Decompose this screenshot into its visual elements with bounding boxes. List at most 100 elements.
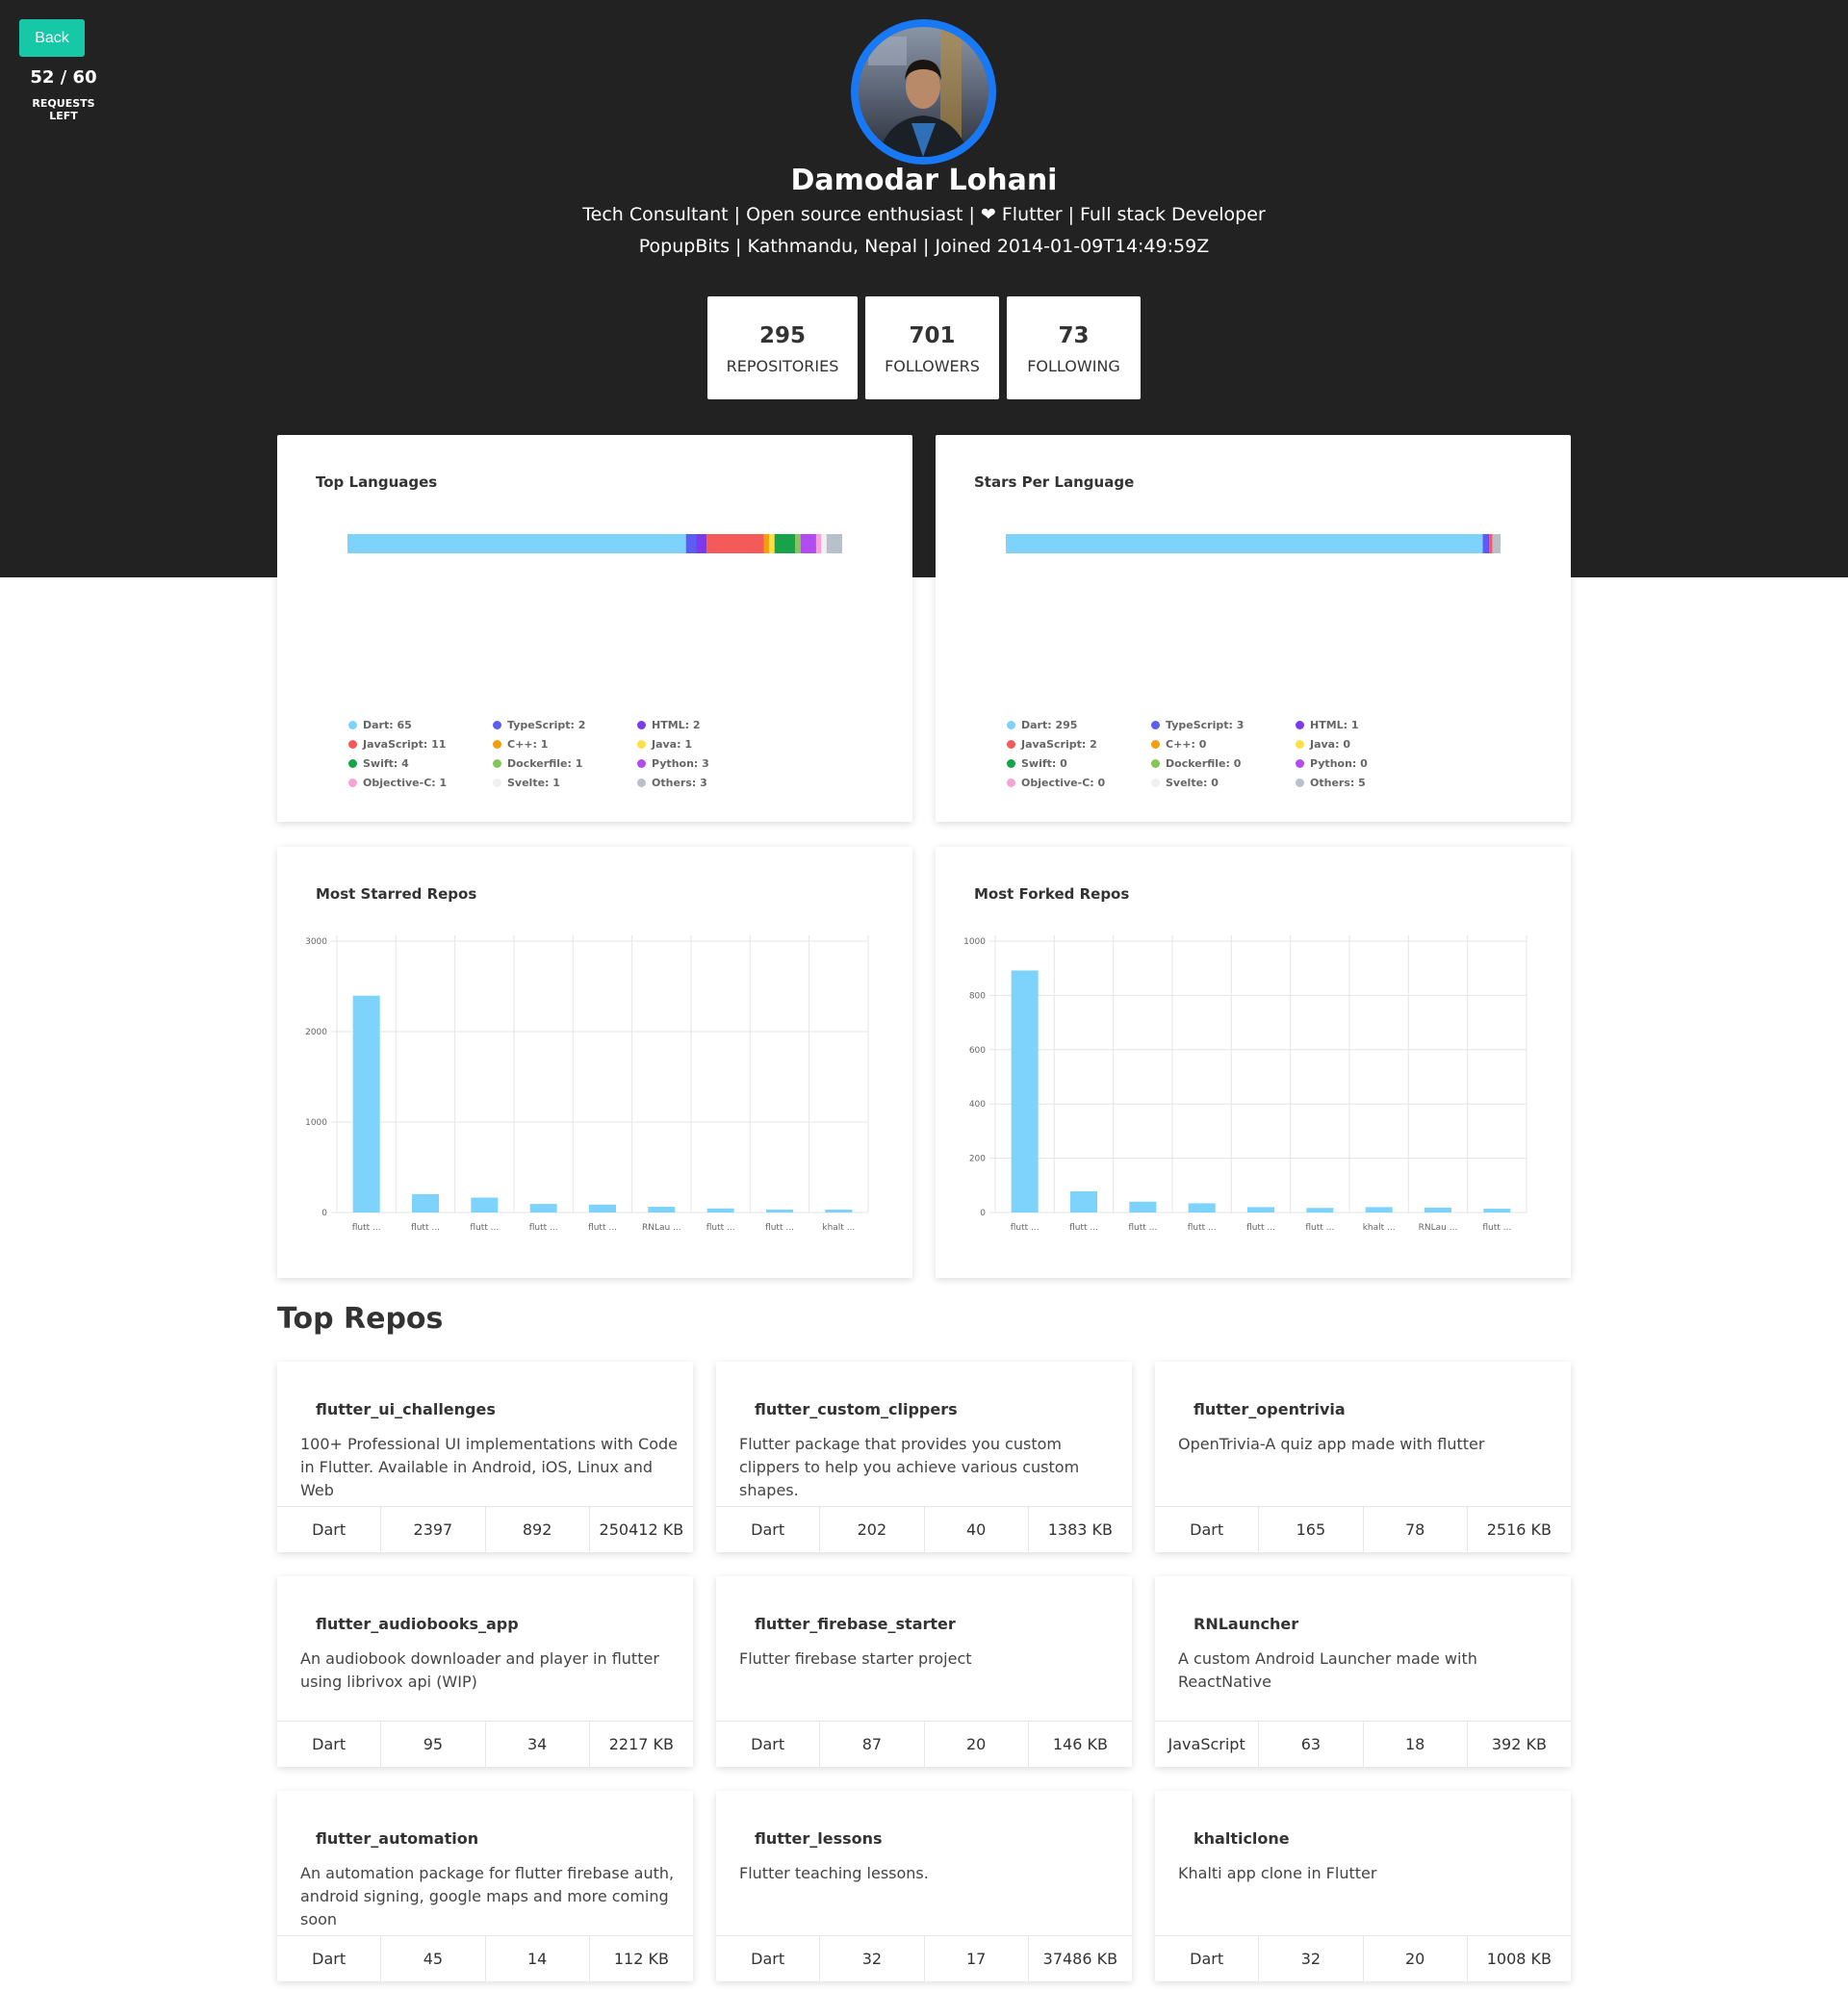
repo-card[interactable]: RNLauncher A custom Android Launcher made…	[1155, 1576, 1571, 1767]
bar[interactable]	[648, 1207, 676, 1213]
language-segment-dart[interactable]	[347, 534, 686, 553]
repo-card[interactable]: flutter_ui_challenges 100+ Professional U…	[277, 1362, 693, 1552]
legend-item[interactable]: Objective-C: 0	[1007, 775, 1151, 790]
language-segment-html[interactable]	[1487, 534, 1490, 553]
legend-item[interactable]: HTML: 2	[637, 717, 782, 732]
legend-item[interactable]: JavaScript: 11	[348, 736, 493, 752]
repo-name[interactable]: flutter_audiobooks_app	[316, 1615, 519, 1633]
legend-item[interactable]: Dart: 65	[348, 717, 493, 732]
language-segment-dart[interactable]	[1006, 534, 1483, 553]
bar[interactable]	[706, 1208, 734, 1213]
top-repos-heading: Top Repos	[277, 1302, 444, 1336]
bar[interactable]	[352, 995, 380, 1213]
language-segment-javascript[interactable]	[1489, 534, 1493, 553]
legend-item[interactable]: Java: 0	[1296, 736, 1440, 752]
y-tick-label: 0	[980, 1209, 986, 1218]
panel-title: Stars Per Language	[974, 473, 1135, 491]
legend-dot-icon	[637, 739, 646, 749]
legend-item[interactable]: Python: 3	[637, 755, 782, 771]
bar[interactable]	[1129, 1201, 1157, 1213]
repo-name[interactable]: khalticlone	[1194, 1829, 1290, 1848]
repo-name[interactable]: flutter_custom_clippers	[755, 1400, 958, 1418]
bar[interactable]	[1188, 1203, 1216, 1213]
repo-name[interactable]: flutter_automation	[316, 1829, 478, 1848]
repo-name[interactable]: flutter_lessons	[755, 1829, 883, 1848]
bar[interactable]	[412, 1194, 439, 1213]
legend-item[interactable]: Svelte: 0	[1151, 775, 1296, 790]
legend-item[interactable]: Objective-C: 1	[348, 775, 493, 790]
bar[interactable]	[1011, 970, 1039, 1213]
repo-name[interactable]: flutter_ui_challenges	[316, 1400, 496, 1418]
legend-item[interactable]: HTML: 1	[1296, 717, 1440, 732]
repo-stars: 2397	[381, 1507, 486, 1552]
repo-card[interactable]: flutter_opentrivia OpenTrivia-A quiz app …	[1155, 1362, 1571, 1552]
language-segment-java[interactable]	[769, 534, 775, 553]
bar[interactable]	[471, 1197, 499, 1213]
stat-repositories[interactable]: 295 REPOSITORIES	[707, 296, 858, 399]
bar[interactable]	[1424, 1207, 1451, 1213]
repo-description: Khalti app clone in Flutter	[1178, 1864, 1377, 1882]
legend-item[interactable]: TypeScript: 3	[1151, 717, 1296, 732]
language-segment-javascript[interactable]	[706, 534, 764, 553]
legend-item[interactable]: Svelte: 1	[493, 775, 637, 790]
language-segment-objective-c[interactable]	[815, 534, 822, 553]
repo-language: Dart	[716, 1507, 821, 1552]
bar[interactable]	[1306, 1208, 1334, 1213]
bar[interactable]	[1365, 1207, 1393, 1213]
language-segment-others[interactable]	[1492, 534, 1501, 553]
language-segment-dockerfile[interactable]	[795, 534, 801, 553]
repo-card[interactable]: flutter_firebase_starter Flutter firebase…	[716, 1576, 1132, 1767]
language-segment-svelte[interactable]	[821, 534, 827, 553]
legend-item[interactable]: C++: 1	[493, 736, 637, 752]
legend-item[interactable]: Swift: 4	[348, 755, 493, 771]
bar[interactable]	[589, 1204, 616, 1213]
repo-name[interactable]: flutter_opentrivia	[1194, 1400, 1346, 1418]
x-tick-label: flutt ...	[706, 1223, 735, 1233]
repo-card[interactable]: khalticlone Khalti app clone in Flutter Da…	[1155, 1791, 1571, 1981]
repo-size: 1383 KB	[1047, 1520, 1114, 1539]
language-segment-swift[interactable]	[774, 534, 796, 553]
legend-item[interactable]: C++: 0	[1151, 736, 1296, 752]
bar[interactable]	[766, 1209, 793, 1213]
repo-language: Dart	[1155, 1507, 1260, 1552]
language-segment-c-[interactable]	[763, 534, 770, 553]
legend-item[interactable]: Others: 5	[1296, 775, 1440, 790]
legend-item[interactable]: Java: 1	[637, 736, 782, 752]
panel-title: Top Languages	[316, 473, 438, 491]
legend-dot-icon	[493, 720, 501, 729]
language-segment-python[interactable]	[800, 534, 816, 553]
stat-following[interactable]: 73 FOLLOWING	[1007, 296, 1141, 399]
stat-followers[interactable]: 701 FOLLOWERS	[865, 296, 999, 399]
repo-card[interactable]: flutter_automation An automation package …	[277, 1791, 693, 1981]
legend-item[interactable]: Dockerfile: 1	[493, 755, 637, 771]
bar[interactable]	[1247, 1207, 1274, 1213]
repo-card[interactable]: flutter_audiobooks_app An audiobook downl…	[277, 1576, 693, 1767]
repo-stars: 45	[381, 1936, 486, 1981]
repo-card[interactable]: flutter_custom_clippers Flutter package t…	[716, 1362, 1132, 1552]
most-forked-panel: Most Forked Repos 0 200 400 600 800 1000 flutt…	[936, 847, 1571, 1278]
legend-item[interactable]: Dart: 295	[1007, 717, 1151, 732]
bar[interactable]	[1483, 1209, 1511, 1213]
top-languages-legend: Dart: 65 TypeScript: 2 HTML: 2 JavaScript: …	[348, 717, 733, 790]
repo-card[interactable]: flutter_lessons Flutter teaching lessons.…	[716, 1791, 1132, 1981]
bar[interactable]	[1070, 1191, 1097, 1213]
repo-name[interactable]: RNLauncher	[1194, 1615, 1298, 1633]
language-segment-others[interactable]	[826, 534, 842, 553]
repo-stars: 165	[1259, 1507, 1364, 1552]
language-segment-typescript[interactable]	[1482, 534, 1488, 553]
legend-item[interactable]: TypeScript: 2	[493, 717, 637, 732]
back-button[interactable]: Back	[19, 19, 85, 57]
most-starred-panel: Most Starred Repos 0 1000 2000 3000 flutt ..…	[277, 847, 912, 1278]
language-segment-typescript[interactable]	[685, 534, 697, 553]
legend-label: Svelte: 0	[1166, 776, 1219, 789]
repo-name[interactable]: flutter_firebase_starter	[755, 1615, 956, 1633]
x-tick-label: flutt ...	[1011, 1223, 1040, 1233]
bar[interactable]	[529, 1204, 557, 1213]
legend-item[interactable]: JavaScript: 2	[1007, 736, 1151, 752]
legend-item[interactable]: Python: 0	[1296, 755, 1440, 771]
legend-item[interactable]: Others: 3	[637, 775, 782, 790]
bar[interactable]	[825, 1209, 853, 1213]
language-segment-html[interactable]	[696, 534, 707, 553]
legend-item[interactable]: Dockerfile: 0	[1151, 755, 1296, 771]
legend-item[interactable]: Swift: 0	[1007, 755, 1151, 771]
